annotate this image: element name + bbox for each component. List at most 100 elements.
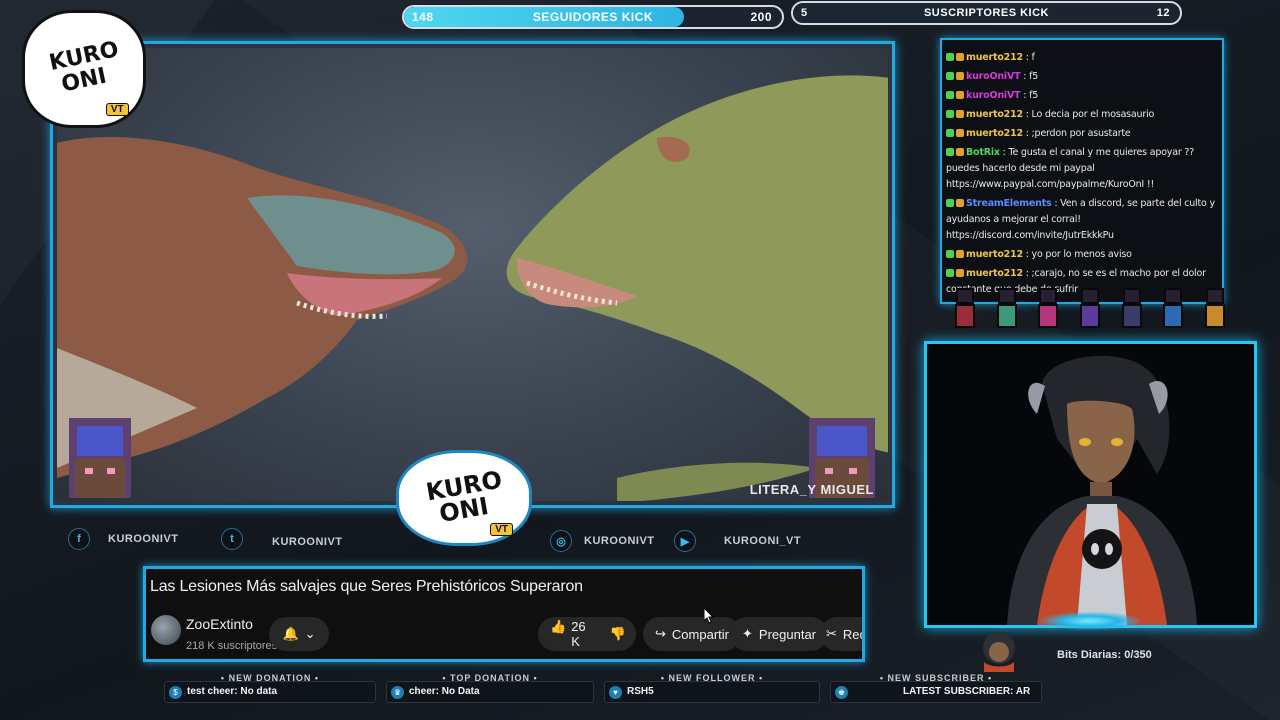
chat-username[interactable]: BotRix [966, 147, 1000, 158]
chat-username[interactable]: muerto212 [966, 128, 1023, 139]
chat-badge-icon [956, 199, 964, 207]
chibi-mascot [983, 632, 1015, 672]
chat-badge-icon [956, 53, 964, 61]
instagram-handle: KUROONIVT [584, 535, 655, 547]
social-instagram[interactable]: ◎ KUROONIVT [550, 530, 655, 552]
ticker-new-subscriber: • NEW SUBSCRIBER • ♚ LATEST SUBSCRIBER: … [830, 673, 1042, 703]
subs-goal-bar: 5 SUSCRIPTORES KICK 12 [791, 1, 1182, 25]
video-info-panel: Las Lesiones Más salvajes que Seres Preh… [143, 566, 865, 662]
chat-badge-icon [956, 269, 964, 277]
chat-message: muerto212 : f [942, 50, 1222, 66]
share-button[interactable]: ↪ Compartir [643, 617, 741, 651]
chat-text: : ;perdon por asustarte [1025, 128, 1131, 139]
youtube-icon: ▶ [674, 530, 696, 552]
chat-message: BotRix : Te gusta el canal y me quieres … [942, 145, 1222, 193]
chat-badge-icon [956, 129, 964, 137]
chat-message: StreamElements : Ven a discord, se parte… [942, 196, 1222, 244]
chat-text: : f [1025, 52, 1035, 63]
chat-message: muerto212 : ;perdon por asustarte [942, 126, 1222, 142]
chat-badge-icon [956, 148, 964, 156]
ticker-top-donation-value: cheer: No Data [409, 686, 480, 697]
chat-message: muerto212 : yo por lo menos aviso [942, 247, 1222, 263]
twitter-handle: KUROONIVT [272, 536, 343, 548]
center-logo-tag: VT [490, 523, 513, 537]
scissors-icon: ✂ [826, 626, 837, 641]
like-button[interactable]: 👍 26 K [550, 619, 586, 649]
chat-text: : yo por lo menos aviso [1025, 249, 1132, 260]
share-icon: ↪ [655, 626, 666, 641]
video-title[interactable]: Las Lesiones Más salvajes que Seres Preh… [150, 578, 583, 596]
followers-label: SEGUIDORES KICK [532, 10, 654, 24]
chat-badge-icon [956, 72, 964, 80]
chat-username[interactable]: kuroOniVT [966, 90, 1021, 101]
ticker-new-follower-value: RSH5 [627, 686, 654, 697]
chat-badge-icon [946, 72, 954, 80]
trophy-icon: ♛ [391, 686, 404, 699]
channel-subscribers: 218 K suscriptores [186, 640, 278, 652]
ticker-top-donation: • TOP DONATION • ♛ cheer: No Data [386, 673, 594, 703]
ticker-new-donation-title: • NEW DONATION • [220, 673, 320, 683]
chat-username[interactable]: muerto212 [966, 109, 1023, 120]
logo-tag: VT [105, 103, 129, 117]
ask-label: Preguntar [758, 626, 816, 642]
chat-badge-icon [946, 110, 954, 118]
ticker-new-follower: • NEW FOLLOWER • ♥ RSH5 [604, 673, 820, 703]
chat-badge-icon [946, 91, 954, 99]
chat-username[interactable]: StreamElements [966, 198, 1052, 209]
clip-button[interactable]: ✂ Rec [820, 617, 862, 651]
pixel-character [1200, 284, 1230, 330]
pixel-character [950, 284, 980, 330]
chat-text: : f5 [1023, 90, 1039, 101]
social-youtube[interactable]: ▶ KUROONI_VT [674, 530, 801, 552]
clip-label: Rec [842, 626, 862, 642]
social-facebook[interactable]: f KUROONIVT [68, 528, 179, 550]
ticker-top-donation-title: • TOP DONATION • [442, 673, 538, 683]
screen-capture: LITERA_Y MIGUEL [57, 48, 888, 501]
twitter-icon: t [221, 528, 243, 550]
like-count: 26 K [571, 619, 586, 649]
channel-logo: KURO ONI VT [22, 10, 146, 128]
chat-message: kuroOniVT : f5 [942, 69, 1222, 85]
pixel-character [1033, 284, 1063, 330]
chat-text: : Lo decia por el mosasaurio [1025, 109, 1155, 120]
ask-button[interactable]: ✦ Preguntar [730, 617, 828, 651]
chat-username[interactable]: muerto212 [966, 268, 1023, 279]
chat-username[interactable]: kuroOniVT [966, 71, 1021, 82]
share-label: Compartir [671, 626, 729, 642]
follower-icon: ♥ [609, 686, 622, 699]
daily-bits-counter: Bits Diarias: 0/350 [1057, 649, 1152, 661]
ticker-new-subscriber-title: • NEW SUBSCRIBER • [879, 673, 993, 683]
dinosaur-artwork [57, 75, 888, 501]
channel-name[interactable]: ZooExtinto [186, 616, 253, 632]
sparkle-icon: ✦ [742, 626, 753, 641]
social-twitter[interactable]: t KUROONIVT [221, 528, 343, 550]
ticker-new-subscriber-value: LATEST SUBSCRIBER: AR [903, 686, 1031, 697]
followers-goal-bar: 148 SEGUIDORES KICK 200 [402, 5, 784, 29]
facebook-icon: f [68, 528, 90, 550]
chat-badge-icon [946, 250, 954, 258]
pixel-characters-row [950, 284, 1230, 334]
chat-username[interactable]: muerto212 [966, 52, 1023, 63]
pixel-character [1117, 284, 1147, 330]
subs-label: SUSCRIPTORES KICK [923, 7, 1050, 19]
subs-goal: 12 [1156, 7, 1170, 19]
center-logo: KURO ONI VT [396, 450, 532, 546]
chat-text: : f5 [1023, 71, 1039, 82]
chat-badge-icon [956, 91, 964, 99]
youtube-handle: KUROONI_VT [724, 535, 802, 547]
notification-bell-button[interactable]: 🔔 ⌄ [269, 617, 329, 651]
ticker-new-donation: • NEW DONATION • $ test cheer: No data [164, 673, 376, 703]
webcam-frame [924, 341, 1257, 628]
chat-username[interactable]: muerto212 [966, 249, 1023, 260]
chat-message: muerto212 : Lo decia por el mosasaurio [942, 107, 1222, 123]
chat-badge-icon [946, 269, 954, 277]
thumbs-up-icon: 👍 [550, 619, 567, 634]
dislike-button[interactable]: 👎 [610, 626, 626, 642]
cam-glow-accent [1040, 612, 1140, 630]
pixel-character [1158, 284, 1188, 330]
vtuber-avatar [927, 344, 1254, 625]
chat-message-list: muerto212 : f kuroOniVT : f5 kuroOniVT : f… [942, 40, 1222, 302]
chat-panel: muerto212 : f kuroOniVT : f5 kuroOniVT : f… [940, 38, 1224, 304]
pixel-character [1075, 284, 1105, 330]
channel-avatar[interactable] [151, 615, 181, 645]
